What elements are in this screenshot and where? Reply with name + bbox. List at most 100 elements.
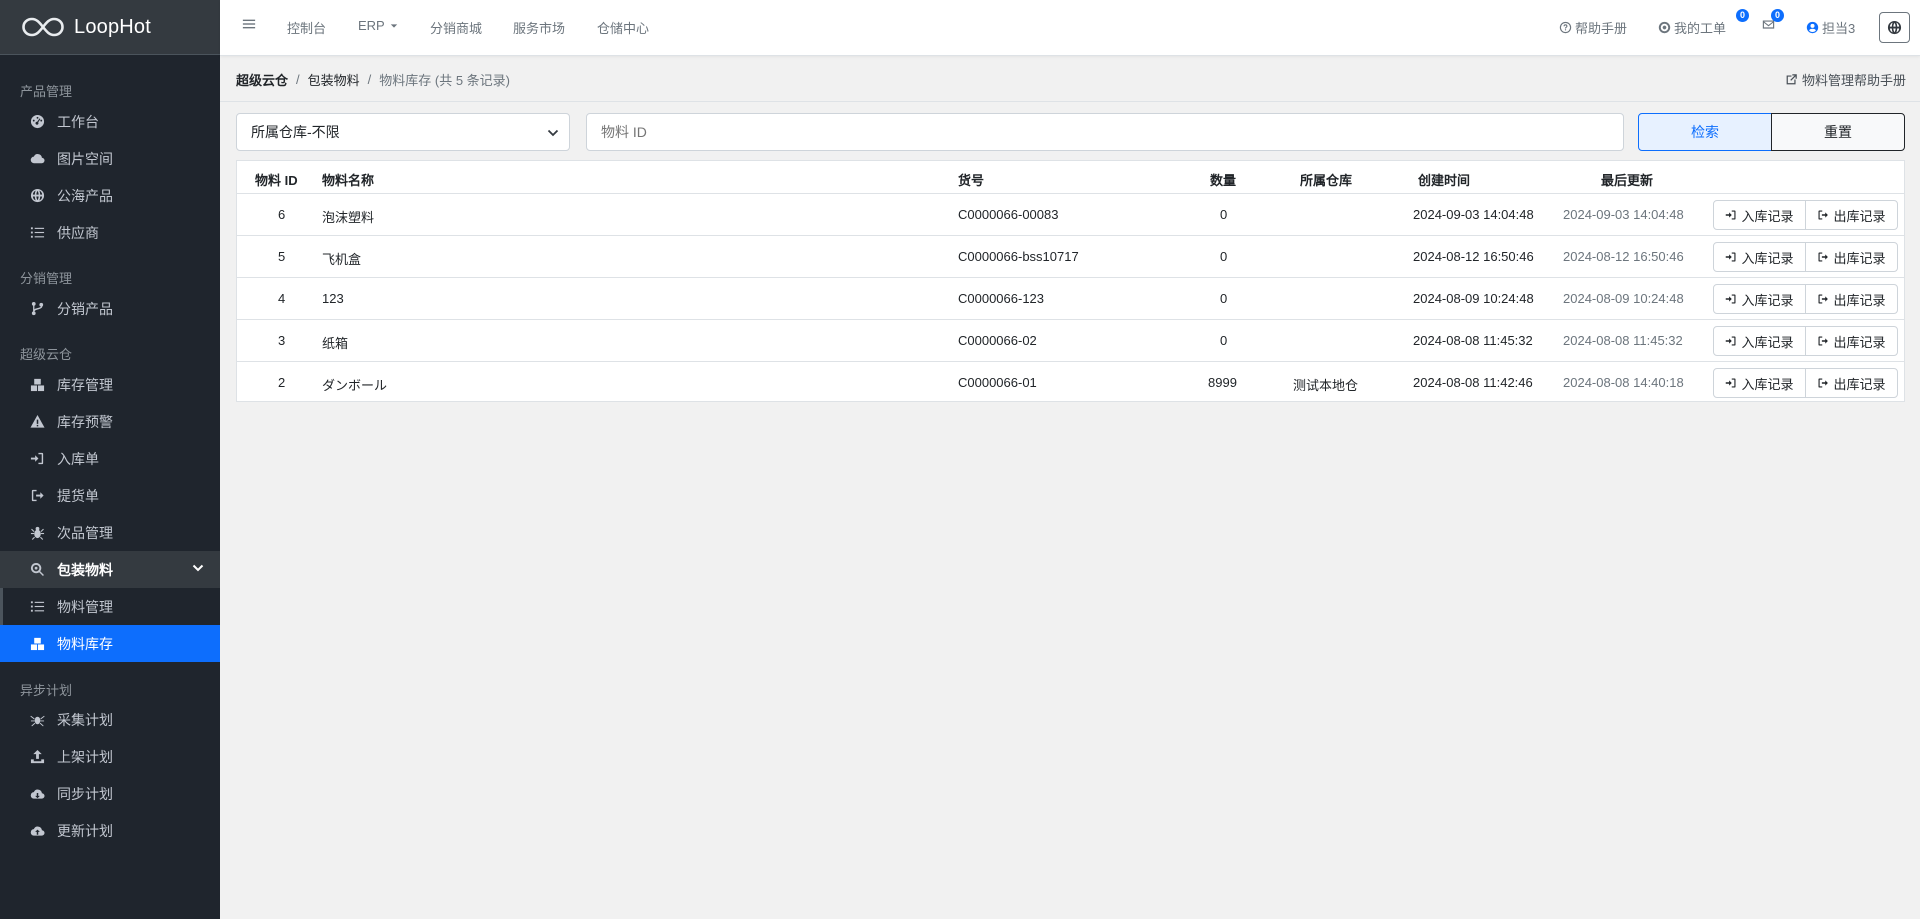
cell-sku: C0000066-123 [958, 291, 1045, 306]
cell-created-time: 2024-08-08 11:45:32 [1413, 333, 1533, 348]
outbound-records-label: 出库记录 [1833, 250, 1886, 266]
nav-link-distribution-mall[interactable]: 分销商城 [430, 18, 482, 37]
lifebuoy-icon [1658, 21, 1671, 34]
user-menu[interactable]: 担当3 [1806, 18, 1855, 37]
sign-in-icon [28, 450, 46, 468]
sign-out-icon [1818, 210, 1829, 220]
inbound-records-button[interactable]: 入库记录 [1713, 368, 1806, 398]
sidebar-item-label: 分销产品 [57, 300, 113, 317]
sidebar-item-stock-alert[interactable]: 库存预警 [0, 403, 220, 440]
cell-created-time: 2024-09-03 14:04:48 [1413, 207, 1534, 222]
sidebar-section-distribution: 分销管理 [20, 271, 73, 286]
cell-material-id: 5 [278, 249, 286, 264]
sidebar-item-update-plan[interactable]: 更新计划 [0, 812, 220, 849]
messages-count-badge: 0 [1771, 9, 1784, 22]
sidebar-item-label: 上架计划 [57, 748, 113, 765]
bug-icon [28, 524, 46, 542]
user-name: 担当3 [1822, 21, 1856, 36]
language-button[interactable] [1879, 12, 1910, 43]
search-button[interactable]: 检索 [1638, 113, 1772, 151]
sidebar-item-material-management[interactable]: 物料管理 [0, 588, 220, 625]
my-tickets-link[interactable]: 我的工单 0 [1658, 9, 1749, 37]
inbound-records-button[interactable]: 入库记录 [1713, 242, 1806, 272]
sign-out-icon [1818, 294, 1829, 304]
spider-icon [28, 711, 46, 729]
outbound-records-button[interactable]: 出库记录 [1805, 368, 1898, 398]
outbound-records-button[interactable]: 出库记录 [1805, 242, 1898, 272]
table-row: 5 飞机盒 C0000066-bss10717 0 2024-08-12 16:… [237, 235, 1904, 277]
cell-sku: C0000066-01 [958, 375, 1037, 390]
help-manual-link[interactable]: 帮助手册 [1559, 18, 1627, 37]
sidebar-item-material-inventory[interactable]: 物料库存 [0, 625, 220, 662]
outbound-records-button[interactable]: 出库记录 [1805, 326, 1898, 356]
globe-icon [1887, 20, 1902, 35]
brand-name: LoopHot [74, 15, 152, 38]
inbound-records-button[interactable]: 入库记录 [1713, 200, 1806, 230]
sidebar-item-listing-plan[interactable]: 上架计划 [0, 738, 220, 775]
cell-material-name: ダンボール [322, 378, 388, 393]
caret-down-icon [390, 23, 397, 28]
sidebar-item-sync-plan[interactable]: 同步计划 [0, 775, 220, 812]
outbound-records-button[interactable]: 出库记录 [1805, 200, 1898, 230]
sidebar-item-defects[interactable]: 次品管理 [0, 514, 220, 551]
inbound-records-label: 入库记录 [1741, 376, 1794, 392]
material-help-link[interactable]: 物料管理帮助手册 [1785, 70, 1906, 89]
sidebar-item-image-space[interactable]: 图片空间 [0, 140, 220, 177]
material-id-input[interactable] [586, 113, 1624, 151]
sidebar-item-label: 提货单 [57, 487, 99, 504]
reset-button[interactable]: 重置 [1771, 113, 1905, 151]
sidebar-item-distribution-products[interactable]: 分销产品 [0, 290, 220, 327]
sidebar-item-inbound[interactable]: 入库单 [0, 440, 220, 477]
brand[interactable]: LoopHot [0, 0, 220, 55]
content-divider [220, 101, 1920, 102]
sidebar-item-pickup[interactable]: 提货单 [0, 477, 220, 514]
material-help-label: 物料管理帮助手册 [1801, 73, 1906, 88]
outbound-records-label: 出库记录 [1833, 376, 1886, 392]
column-header-created-time: 创建时间 [1418, 173, 1471, 188]
sidebar-item-label: 包装物料 [57, 561, 113, 578]
sidebar-item-suppliers[interactable]: 供应商 [0, 214, 220, 251]
cloud-icon [28, 150, 46, 168]
sidebar-item-label: 物料库存 [57, 635, 113, 652]
warehouse-select[interactable]: 所属仓库-不限 [236, 113, 570, 151]
outbound-records-label: 出库记录 [1833, 334, 1886, 350]
inbound-records-label: 入库记录 [1741, 334, 1794, 350]
breadcrumb-parent[interactable]: 包装物料 [308, 70, 360, 89]
breadcrumb-separator: / [296, 72, 300, 87]
nav-link-warehouse-center[interactable]: 仓储中心 [597, 18, 649, 37]
inbound-records-button[interactable]: 入库记录 [1713, 284, 1806, 314]
dashboard-icon [28, 113, 46, 131]
sidebar-item-label: 物料管理 [57, 598, 113, 615]
sidebar-item-collect-plan[interactable]: 采集计划 [0, 701, 220, 738]
hamburger-menu-button[interactable] [242, 17, 259, 31]
sidebar-item-inventory[interactable]: 库存管理 [0, 366, 220, 403]
cell-created-time: 2024-08-08 11:42:46 [1413, 375, 1533, 390]
cell-material-id: 2 [278, 375, 286, 390]
sidebar-item-label: 库存管理 [57, 376, 113, 393]
sign-in-icon [1726, 336, 1736, 346]
cell-updated-time: 2024-08-09 10:24:48 [1563, 291, 1684, 306]
help-manual-label: 帮助手册 [1575, 21, 1628, 36]
inbound-records-button[interactable]: 入库记录 [1713, 326, 1806, 356]
nav-link-console[interactable]: 控制台 [287, 18, 326, 37]
sidebar-item-dashboard[interactable]: 工作台 [0, 103, 220, 140]
cell-updated-time: 2024-09-03 14:04:48 [1563, 207, 1684, 222]
nav-link-erp[interactable]: ERP [358, 18, 401, 33]
chevron-down-icon [547, 129, 559, 137]
column-header-material-id: 物料 ID [255, 173, 298, 188]
cell-material-name: 飞机盒 [322, 252, 362, 267]
nav-link-service-market[interactable]: 服务市场 [513, 18, 565, 37]
sign-out-icon [1818, 252, 1829, 262]
outbound-records-button[interactable]: 出库记录 [1805, 284, 1898, 314]
list-icon [28, 224, 46, 242]
cell-updated-time: 2024-08-12 16:50:46 [1563, 249, 1684, 264]
sidebar-item-label: 更新计划 [57, 822, 113, 839]
cell-quantity: 0 [1220, 291, 1228, 306]
upload-icon [28, 748, 46, 766]
breadcrumb-root[interactable]: 超级云仓 [236, 70, 288, 89]
globe-icon [28, 187, 46, 205]
sidebar-item-public-products[interactable]: 公海产品 [0, 177, 220, 214]
sidebar-item-packaging[interactable]: 包装物料 [0, 551, 220, 588]
messages-button[interactable]: 0 [1762, 9, 1784, 31]
sign-in-icon [1726, 294, 1736, 304]
